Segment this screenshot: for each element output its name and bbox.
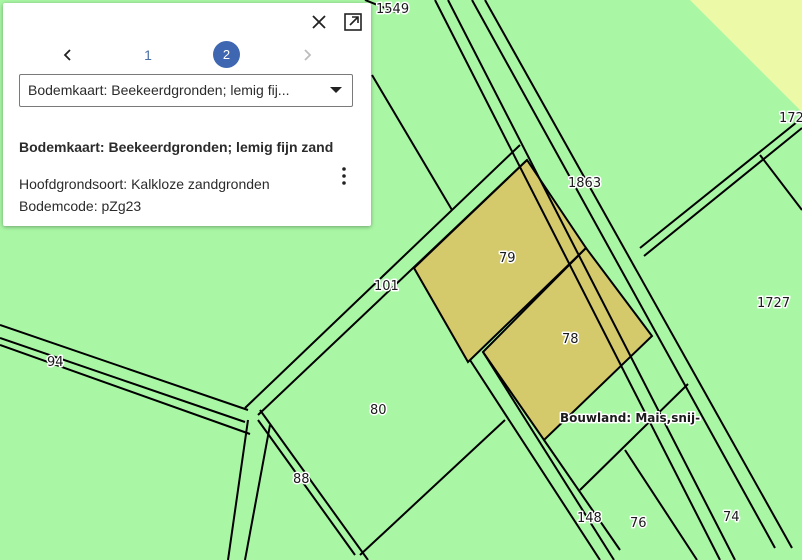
parcel-label: 101 [374, 279, 399, 294]
page-1-button[interactable]: 1 [137, 45, 159, 65]
parcel-label: 78 [562, 332, 579, 347]
close-icon[interactable] [309, 12, 329, 32]
page-2-button[interactable]: 2 [213, 41, 240, 68]
feature-popup: 1 2 Bodemkaart: Beekeerdgronden; lemig f… [3, 3, 371, 226]
more-vertical-icon[interactable] [336, 165, 352, 187]
chevron-right-icon[interactable] [297, 45, 317, 65]
feature-title: Bodemkaart: Beekeerdgronden; lemig fijn … [19, 139, 334, 155]
chevron-left-icon[interactable] [58, 45, 78, 65]
parcel-label: 1727 [757, 296, 790, 311]
parcel-label: 76 [630, 516, 647, 531]
soil-label: Bouwland: Mais,snij- [560, 411, 700, 425]
parcel-label: 88 [293, 472, 310, 487]
caret-down-icon [330, 87, 342, 93]
feature-select[interactable]: Bodemkaart: Beekeerdgronden; lemig fij..… [19, 74, 353, 107]
feature-select-value: Bodemkaart: Beekeerdgronden; lemig fij..… [28, 82, 290, 98]
parcel-label: 1863 [568, 176, 601, 191]
parcel-label: 79 [499, 251, 516, 266]
parcel-label: 148 [577, 511, 602, 526]
attribute-bodemcode: Bodemcode: pZg23 [19, 198, 142, 214]
parcel-label: 94 [47, 355, 64, 370]
parcel-label: 1549 [376, 2, 409, 17]
parcel-label: 172 [779, 111, 802, 126]
expand-icon[interactable] [343, 12, 363, 32]
pagination: 1 2 [3, 40, 371, 70]
parcel-label: 74 [723, 510, 740, 525]
parcel-label: 80 [370, 403, 387, 418]
attribute-hoofdgrondsoort: Hoofdgrondsoort: Kalkloze zandgronden [19, 176, 270, 192]
